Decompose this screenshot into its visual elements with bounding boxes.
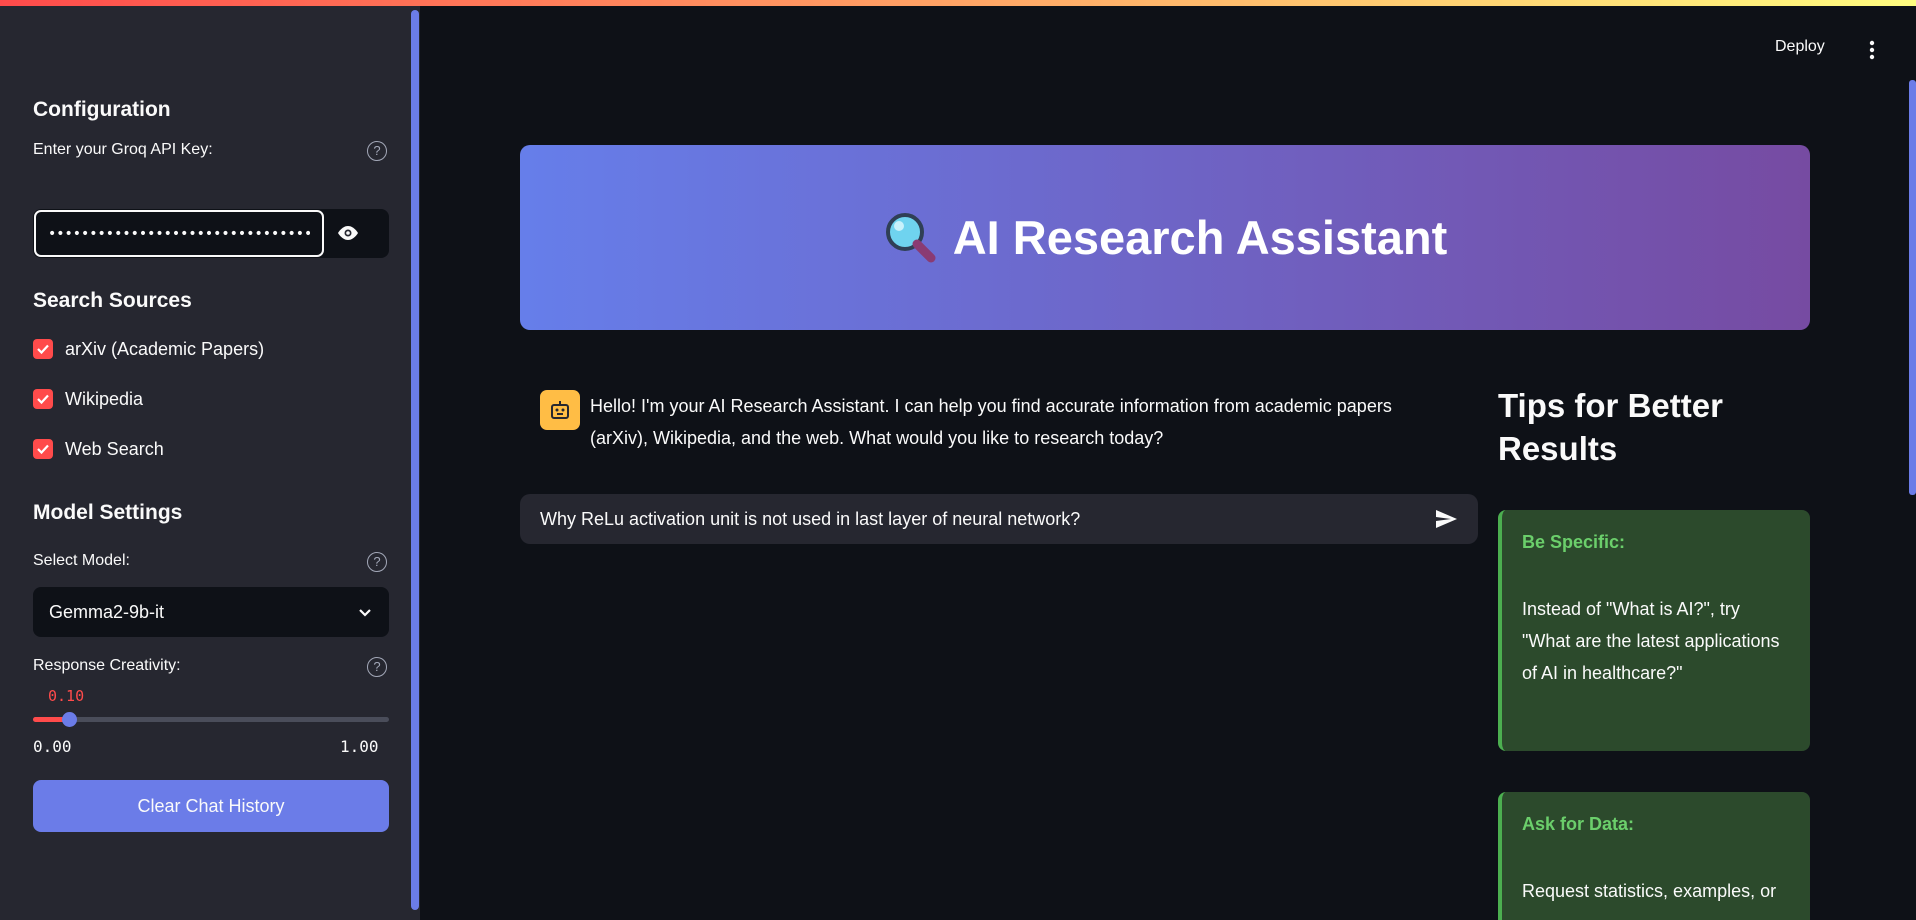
- clear-chat-history-button[interactable]: Clear Chat History: [33, 780, 389, 832]
- bot-avatar: [540, 390, 580, 430]
- tip-body: Instead of "What is AI?", try "What are …: [1522, 599, 1780, 683]
- source-checkbox-wikipedia[interactable]: Wikipedia: [33, 387, 143, 411]
- help-icon[interactable]: ?: [367, 141, 387, 161]
- api-key-input[interactable]: [34, 210, 324, 257]
- slider-max-label: 1.00: [340, 737, 379, 756]
- deploy-button[interactable]: Deploy: [1775, 38, 1825, 56]
- slider-min-label: 0.00: [33, 737, 72, 756]
- assistant-message: Hello! I'm your AI Research Assistant. I…: [590, 396, 1392, 448]
- select-model-label: Select Model:: [33, 552, 130, 569]
- help-icon[interactable]: ?: [367, 657, 387, 677]
- slider-value: 0.10: [48, 687, 85, 705]
- source-checkbox-arxiv[interactable]: arXiv (Academic Papers): [33, 337, 264, 361]
- tip-card: Ask for Data: Request statistics, exampl…: [1498, 792, 1810, 920]
- creativity-slider[interactable]: [33, 712, 389, 727]
- magnifying-glass-icon: [885, 212, 936, 262]
- slider-thumb[interactable]: [62, 712, 77, 727]
- configuration-heading: Configuration: [33, 98, 171, 121]
- robot-icon: [551, 401, 569, 419]
- check-icon: [37, 394, 49, 405]
- source-label: arXiv (Academic Papers): [65, 338, 265, 359]
- title-banner: AI Research Assistant: [520, 145, 1810, 330]
- chat-input[interactable]: [540, 508, 1434, 530]
- tips-title: Tips for Better Results: [1498, 387, 1723, 467]
- tip-heading: Be Specific:: [1522, 532, 1626, 552]
- search-sources-heading: Search Sources: [33, 289, 192, 312]
- tip-heading: Ask for Data:: [1522, 814, 1635, 834]
- checkbox-checked[interactable]: [33, 339, 53, 359]
- chat-input-container: [520, 494, 1478, 544]
- source-label: Wikipedia: [65, 388, 144, 409]
- chevron-down-icon: [359, 609, 371, 617]
- tip-card: Be Specific: Instead of "What is AI?", t…: [1498, 510, 1810, 751]
- source-label: Web Search: [65, 438, 164, 459]
- sidebar-scrollbar[interactable]: [410, 6, 420, 920]
- page-title: AI Research Assistant: [952, 211, 1448, 264]
- main-scrollbar[interactable]: [1909, 80, 1916, 495]
- check-icon: [37, 344, 49, 355]
- creativity-label: Response Creativity:: [33, 657, 181, 674]
- check-icon: [37, 444, 49, 455]
- help-icon[interactable]: ?: [367, 552, 387, 572]
- vertical-dots-icon[interactable]: [1866, 38, 1878, 62]
- send-icon[interactable]: [1434, 507, 1458, 531]
- sidebar: Configuration Enter your Groq API Key: ?…: [0, 6, 410, 920]
- model-select[interactable]: Gemma2-9b-it: [33, 587, 389, 637]
- checkbox-checked[interactable]: [33, 439, 53, 459]
- tip-body: Request statistics, examples, or: [1522, 881, 1777, 901]
- model-select-value: Gemma2-9b-it: [49, 601, 165, 622]
- model-settings-heading: Model Settings: [33, 501, 183, 524]
- api-key-label: Enter your Groq API Key:: [33, 141, 213, 158]
- api-key-field: [33, 209, 389, 258]
- eye-icon[interactable]: [333, 221, 363, 245]
- source-checkbox-web-search[interactable]: Web Search: [33, 437, 164, 461]
- checkbox-checked[interactable]: [33, 389, 53, 409]
